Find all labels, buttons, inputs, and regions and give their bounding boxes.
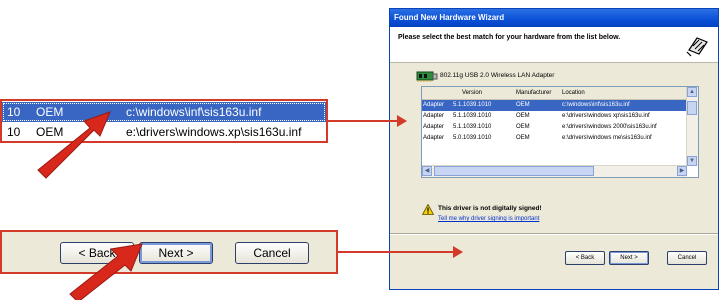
- found-new-hardware-wizard: Found New Hardware Wizard Please select …: [389, 8, 719, 290]
- zoomed-next-button[interactable]: Next >: [139, 242, 213, 264]
- zoomed-driver-list: 10 OEM c:\windows\inf\sis163u.inf 10 OEM…: [0, 99, 328, 143]
- cancel-button[interactable]: Cancel: [667, 251, 707, 265]
- network-card-icon: [416, 71, 438, 82]
- zoomed-row-path: c:\windows\inf\sis163u.inf: [126, 105, 262, 119]
- column-version[interactable]: Version: [462, 87, 482, 99]
- row-name: Adapter: [423, 102, 445, 108]
- list-header: Version Manufacturer Location: [422, 87, 687, 100]
- list-row[interactable]: Adapter 5.1.1039.1010 OEM e:\drivers\win…: [422, 111, 687, 122]
- button-divider: [390, 233, 718, 235]
- row-version: 5.1.1039.1010: [453, 102, 492, 108]
- vertical-scrollbar[interactable]: ▲ ▼: [686, 87, 698, 166]
- row-name: Adapter: [423, 135, 445, 141]
- list-row[interactable]: Adapter 5.0.1039.1010 OEM e:\drivers\win…: [422, 133, 687, 144]
- row-version: 5.1.1039.1010: [453, 113, 492, 119]
- column-location[interactable]: Location: [562, 87, 585, 99]
- list-row-selected[interactable]: Adapter 5.1.1039.1010 OEM c:\windows\inf…: [422, 100, 687, 111]
- horizontal-scrollbar[interactable]: ◀ ▶: [422, 165, 687, 177]
- scroll-right-icon[interactable]: ▶: [677, 166, 687, 176]
- back-button[interactable]: < Back: [565, 251, 605, 265]
- zoomed-list-row[interactable]: 10 OEM e:\drivers\windows.xp\sis163u.inf: [2, 122, 326, 142]
- zoomed-back-button[interactable]: < Back: [60, 242, 134, 264]
- driver-list[interactable]: Version Manufacturer Location Adapter 5.…: [421, 86, 699, 178]
- scroll-up-icon[interactable]: ▲: [687, 87, 697, 97]
- zoomed-list-row-selected[interactable]: 10 OEM c:\windows\inf\sis163u.inf: [2, 102, 326, 122]
- device-name: 802.11g USB 2.0 Wireless LAN Adapter: [440, 72, 555, 79]
- row-manufacturer: OEM: [516, 124, 530, 130]
- warning-icon: [422, 204, 434, 215]
- zoomed-row-number: 10: [7, 105, 21, 119]
- row-version: 5.0.1039.1010: [453, 135, 492, 141]
- row-location: c:\windows\inf\sis163u.inf: [562, 102, 630, 108]
- horizontal-scroll-thumb[interactable]: [434, 166, 594, 176]
- row-location: e:\drivers\windows me\sis163u.inf: [562, 135, 652, 141]
- window-title[interactable]: Found New Hardware Wizard: [390, 9, 718, 27]
- row-manufacturer: OEM: [516, 135, 530, 141]
- scroll-left-icon[interactable]: ◀: [422, 166, 432, 176]
- zoomed-button-bar: < Back Next > Cancel: [0, 230, 338, 274]
- hardware-wizard-icon: [686, 33, 710, 57]
- scroll-down-icon[interactable]: ▼: [687, 156, 697, 166]
- scroll-thumb[interactable]: [687, 101, 697, 115]
- row-location: e:\drivers\windows 2000\sis163u.inf: [562, 124, 657, 130]
- row-name: Adapter: [423, 113, 445, 119]
- row-manufacturer: OEM: [516, 113, 530, 119]
- column-manufacturer[interactable]: Manufacturer: [516, 87, 551, 99]
- unsigned-driver-warning: This driver is not digitally signed!: [438, 205, 542, 212]
- zoomed-row-path: e:\drivers\windows.xp\sis163u.inf: [126, 125, 302, 139]
- header-text: Please select the best match for your ha…: [398, 34, 621, 41]
- zoomed-row-manufacturer: OEM: [36, 105, 64, 119]
- row-manufacturer: OEM: [516, 102, 530, 108]
- zoomed-row-number: 10: [7, 125, 21, 139]
- next-button[interactable]: Next >: [609, 251, 649, 265]
- driver-signing-link[interactable]: Tell me why driver signing is important: [438, 216, 539, 222]
- row-version: 5.1.1039.1010: [453, 124, 492, 130]
- list-row[interactable]: Adapter 5.1.1039.1010 OEM e:\drivers\win…: [422, 122, 687, 133]
- zoomed-row-manufacturer: OEM: [36, 125, 64, 139]
- zoomed-cancel-button[interactable]: Cancel: [235, 242, 309, 264]
- wizard-header: Please select the best match for your ha…: [390, 27, 718, 63]
- row-name: Adapter: [423, 124, 445, 130]
- row-location: e:\drivers\windows xp\sis163u.inf: [562, 113, 650, 119]
